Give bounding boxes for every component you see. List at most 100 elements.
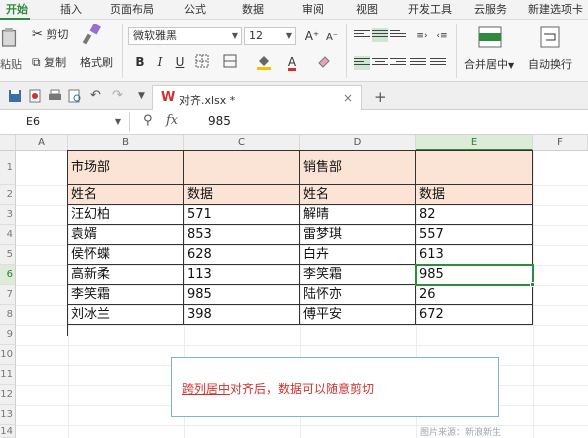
tab-insert[interactable]: 插入 bbox=[60, 0, 82, 20]
cell-c5[interactable]: 628 bbox=[184, 245, 300, 265]
font-size-select[interactable]: 12 ▼ bbox=[244, 27, 296, 45]
tab-new[interactable]: 新建选项卡 bbox=[528, 0, 583, 20]
cell-c3[interactable]: 571 bbox=[184, 205, 300, 225]
print-preview-icon[interactable] bbox=[68, 89, 82, 103]
cell-c1[interactable] bbox=[184, 151, 300, 185]
cell-d6[interactable]: 李笑霜 bbox=[300, 265, 416, 285]
clear-format-button[interactable] bbox=[316, 54, 332, 70]
document-tab[interactable]: W 对齐.xlsx * × bbox=[152, 85, 362, 110]
row-header-2[interactable]: 2 bbox=[0, 185, 16, 205]
row-header-7[interactable]: 7 bbox=[0, 285, 16, 305]
tab-data[interactable]: 数据 bbox=[242, 0, 264, 20]
column-header-b[interactable]: B bbox=[68, 135, 184, 151]
cell-d3[interactable]: 解晴 bbox=[300, 205, 416, 225]
fill-color-button[interactable] bbox=[256, 54, 272, 70]
undo-icon[interactable]: ↶ bbox=[90, 89, 104, 103]
row-header-11[interactable]: 11 bbox=[0, 365, 16, 385]
cell-e4[interactable]: 557 bbox=[416, 225, 533, 245]
column-header-d[interactable]: D bbox=[300, 135, 416, 151]
align-right-icon[interactable] bbox=[390, 56, 406, 70]
cell-b1[interactable]: 市场部 bbox=[68, 151, 184, 185]
cell-e5[interactable]: 613 bbox=[416, 245, 533, 265]
row-header-3[interactable]: 3 bbox=[0, 205, 16, 225]
tab-home[interactable]: 开始 bbox=[6, 0, 28, 20]
cell-e8[interactable]: 672 bbox=[416, 305, 533, 325]
justify-icon[interactable] bbox=[410, 56, 426, 70]
row-header-8[interactable]: 8 bbox=[0, 305, 16, 325]
distribute-icon[interactable] bbox=[430, 56, 446, 70]
select-all-corner[interactable] bbox=[0, 135, 16, 151]
cell-e1[interactable] bbox=[416, 151, 533, 185]
row-header-6[interactable]: 6 bbox=[0, 265, 16, 285]
cell-e2[interactable]: 数据 bbox=[416, 185, 533, 205]
row-header-1[interactable]: 1 bbox=[0, 151, 16, 185]
print-icon[interactable] bbox=[48, 89, 62, 103]
align-top-icon[interactable] bbox=[354, 28, 370, 42]
worksheet-grid[interactable]: A B C D E F 1 2 3 4 5 6 7 8 9 10 11 12 1… bbox=[0, 135, 588, 438]
cell-c2[interactable]: 数据 bbox=[184, 185, 300, 205]
font-name-select[interactable]: 微软雅黑 ▼ bbox=[128, 27, 242, 45]
row-header-13[interactable]: 13 bbox=[0, 405, 16, 425]
merge-style-button[interactable] bbox=[222, 54, 238, 70]
cell-d8[interactable]: 傅平安 bbox=[300, 305, 416, 325]
zoom-magnifier-icon[interactable]: ⚲ bbox=[143, 113, 153, 128]
customize-menu-icon[interactable]: ▼ bbox=[138, 89, 152, 103]
font-color-button[interactable]: A bbox=[284, 54, 300, 71]
fill-handle[interactable] bbox=[530, 282, 535, 287]
row-header-14[interactable]: 14 bbox=[0, 425, 16, 438]
cell-c7[interactable]: 985 bbox=[184, 285, 300, 305]
cell-c4[interactable]: 853 bbox=[184, 225, 300, 245]
cell-b2[interactable]: 姓名 bbox=[68, 185, 184, 205]
align-middle-icon[interactable] bbox=[372, 28, 388, 42]
copy-button[interactable]: ⧉ 复制 bbox=[32, 54, 66, 70]
tab-page-layout[interactable]: 页面布局 bbox=[110, 0, 154, 20]
column-header-f[interactable]: F bbox=[533, 135, 588, 151]
new-tab-plus-icon[interactable]: + bbox=[374, 88, 387, 106]
cell-b6[interactable]: 高新柔 bbox=[68, 265, 184, 285]
tab-formulas[interactable]: 公式 bbox=[184, 0, 206, 20]
paste-button[interactable] bbox=[0, 26, 18, 48]
row-header-4[interactable]: 4 bbox=[0, 225, 16, 245]
row-header-10[interactable]: 10 bbox=[0, 345, 16, 365]
cell-d7[interactable]: 陆怀亦 bbox=[300, 285, 416, 305]
border-button[interactable] bbox=[194, 54, 210, 70]
name-box[interactable]: E6 ▼ bbox=[0, 112, 130, 132]
cell-e7[interactable]: 26 bbox=[416, 285, 533, 305]
cell-b7[interactable]: 李笑霜 bbox=[68, 285, 184, 305]
cell-b8[interactable]: 刘冰兰 bbox=[68, 305, 184, 325]
formula-input[interactable]: 985 bbox=[208, 114, 231, 128]
export-pdf-icon[interactable] bbox=[28, 89, 42, 103]
align-left-icon[interactable] bbox=[354, 56, 370, 70]
increase-font-button[interactable]: A⁺ bbox=[304, 28, 320, 44]
column-header-c[interactable]: C bbox=[184, 135, 300, 151]
cell-b5[interactable]: 侯怀蝶 bbox=[68, 245, 184, 265]
cell-c6[interactable]: 113 bbox=[184, 265, 300, 285]
cell-e3[interactable]: 82 bbox=[416, 205, 533, 225]
outdent-button[interactable]: ‹≡ bbox=[434, 28, 450, 44]
italic-button[interactable]: I bbox=[152, 54, 168, 70]
tab-view[interactable]: 视图 bbox=[356, 0, 378, 20]
column-header-a[interactable]: A bbox=[16, 135, 68, 151]
cell-d2[interactable]: 姓名 bbox=[300, 185, 416, 205]
save-icon[interactable] bbox=[8, 89, 22, 103]
tab-cloud[interactable]: 云服务 bbox=[474, 0, 507, 20]
column-header-e[interactable]: E bbox=[416, 135, 533, 151]
bold-button[interactable]: B bbox=[132, 54, 148, 70]
row-header-12[interactable]: 12 bbox=[0, 385, 16, 405]
cell-d5[interactable]: 白卉 bbox=[300, 245, 416, 265]
cell-b4[interactable]: 袁婿 bbox=[68, 225, 184, 245]
cell-d1[interactable]: 销售部 bbox=[300, 151, 416, 185]
align-center-icon[interactable] bbox=[372, 56, 388, 70]
wrap-text-button[interactable] bbox=[540, 26, 560, 51]
cell-d4[interactable]: 雷梦琪 bbox=[300, 225, 416, 245]
tab-review[interactable]: 审阅 bbox=[302, 0, 324, 20]
format-painter-button[interactable] bbox=[82, 22, 102, 49]
merge-center-button[interactable] bbox=[478, 26, 502, 51]
insert-function-button[interactable]: fx bbox=[166, 113, 178, 128]
cell-c8[interactable]: 398 bbox=[184, 305, 300, 325]
cell-b3[interactable]: 汪幻柏 bbox=[68, 205, 184, 225]
tab-developer[interactable]: 开发工具 bbox=[408, 0, 452, 20]
decrease-font-button[interactable]: A⁻ bbox=[324, 28, 340, 44]
indent-button[interactable]: ≡› bbox=[414, 28, 430, 44]
redo-icon[interactable]: ↷ bbox=[112, 89, 126, 103]
